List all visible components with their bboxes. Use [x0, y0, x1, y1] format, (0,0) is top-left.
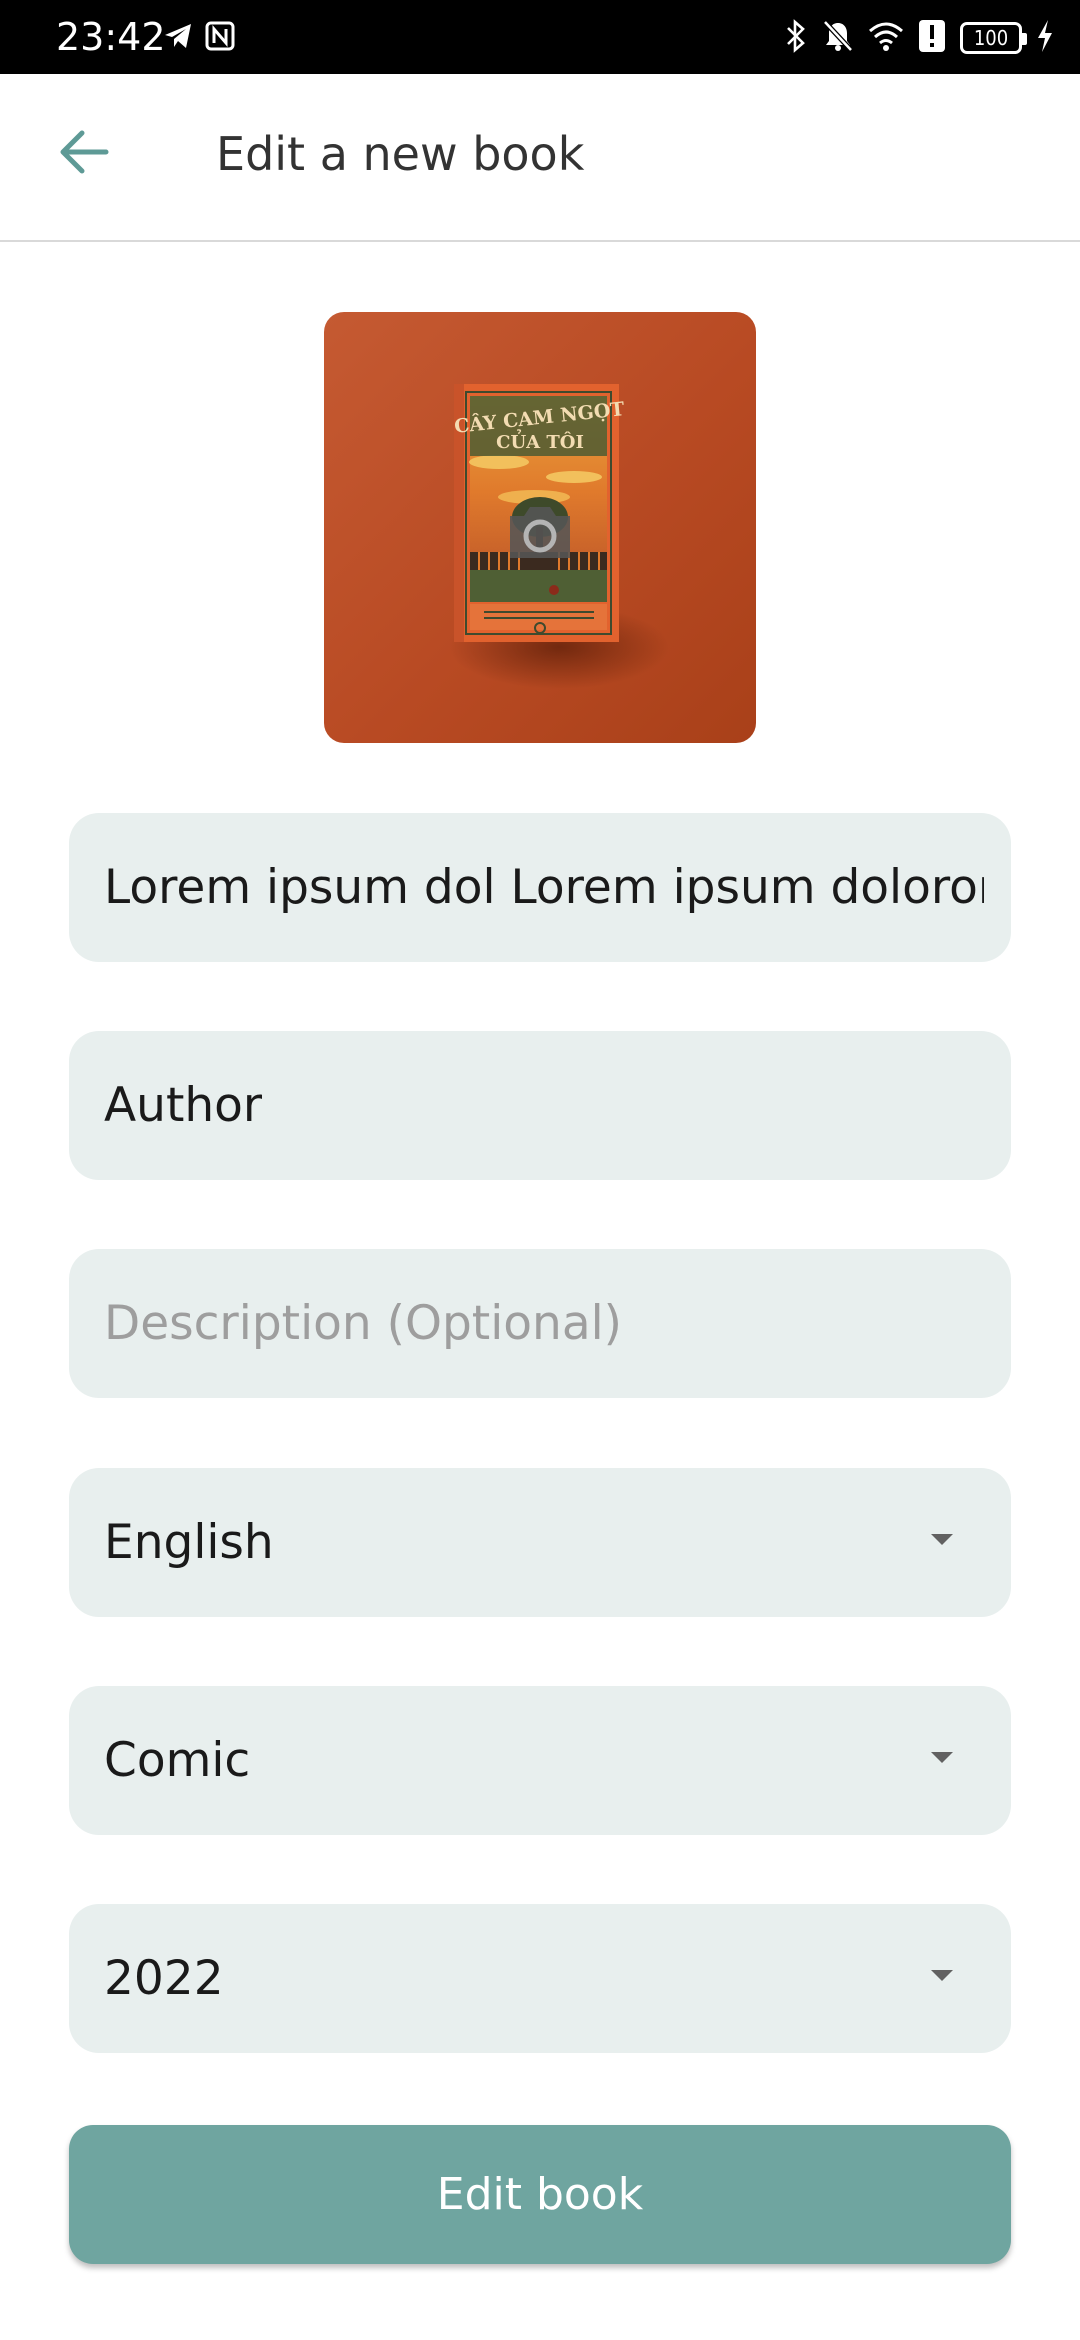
back-button[interactable] [40, 118, 128, 190]
category-select[interactable]: Comic [69, 1686, 1011, 1835]
charging-icon [1036, 19, 1054, 57]
bluetooth-icon [784, 19, 808, 57]
year-select[interactable]: 2022 [69, 1904, 1011, 2053]
description-placeholder: Description (Optional) [104, 1296, 623, 1351]
arrow-left-icon [56, 127, 112, 181]
camera-icon [504, 496, 576, 568]
alert-icon [918, 19, 946, 57]
page-title: Edit a new book [216, 127, 585, 181]
author-value: Author [104, 1078, 263, 1133]
status-time: 23:42 [56, 15, 166, 59]
language-select[interactable]: English [69, 1468, 1011, 1617]
app-header: Edit a new book [0, 74, 1080, 242]
telegram-icon [162, 20, 194, 56]
nfc-icon [204, 20, 236, 56]
dropdown-caret-icon [931, 1534, 953, 1545]
bell-off-icon [822, 19, 854, 57]
book-title-value: Lorem ipsum dol Lorem ipsum doloror [104, 860, 984, 915]
edit-book-button[interactable]: Edit book [69, 2125, 1011, 2264]
book-title-field[interactable]: Lorem ipsum dol Lorem ipsum doloror [69, 813, 1011, 962]
dropdown-caret-icon [931, 1970, 953, 1981]
battery-icon: 100 [960, 22, 1027, 54]
status-left-icons [162, 18, 236, 58]
year-value: 2022 [104, 1951, 224, 2006]
dropdown-caret-icon [931, 1752, 953, 1763]
description-field[interactable]: Description (Optional) [69, 1249, 1011, 1398]
language-value: English [104, 1515, 274, 1570]
status-right-icons: 100 [784, 18, 1054, 58]
wifi-icon [868, 20, 904, 56]
book-cover-picker[interactable]: CÂY CAM NGỌT CỦA TÔI [324, 312, 756, 743]
battery-level: 100 [973, 26, 1009, 50]
category-value: Comic [104, 1733, 251, 1788]
author-field[interactable]: Author [69, 1031, 1011, 1180]
status-bar: 23:42 100 [0, 0, 1080, 74]
